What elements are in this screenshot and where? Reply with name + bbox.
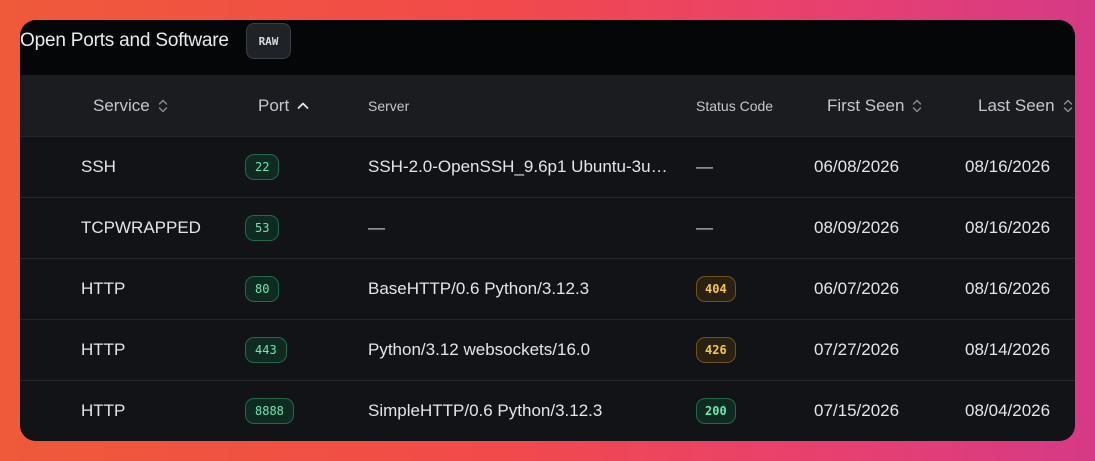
column-header-last-seen[interactable]: Last Seen <box>978 75 1073 136</box>
chevron-up-down-icon <box>1063 98 1073 114</box>
port-cell: 53 <box>245 198 280 258</box>
table-row[interactable]: HTTP 80 BaseHTTP/0.6 Python/3.12.3 404 06/07… <box>20 258 1075 319</box>
server-cell: SSH-2.0-OpenSSH_9.6p1 Ubuntu-3ubuntu13.1… <box>368 157 668 176</box>
column-header-label: Service <box>93 95 150 115</box>
server-cell: BaseHTTP/0.6 Python/3.12.3 <box>368 279 590 298</box>
column-header-status-code: Status Code <box>696 75 773 136</box>
service-cell: HTTP <box>81 340 126 359</box>
port-badge: 443 <box>245 337 287 363</box>
column-header-label: Last Seen <box>978 95 1055 115</box>
last-seen-cell: 08/16/2026 <box>965 218 1051 237</box>
chevron-up-icon <box>297 98 309 114</box>
status-badge: 200 <box>696 398 736 424</box>
service-cell: HTTP <box>81 401 126 420</box>
status-cell: 404 <box>696 259 736 319</box>
raw-button[interactable]: RAW <box>246 23 291 59</box>
first-seen-cell: 07/27/2026 <box>814 340 900 359</box>
port-badge: 53 <box>245 215 280 241</box>
last-seen-cell: 08/14/2026 <box>965 340 1051 359</box>
first-seen-cell: 06/08/2026 <box>814 157 900 176</box>
server-cell: Python/3.12 websockets/16.0 <box>368 340 591 359</box>
port-cell: 443 <box>245 320 287 380</box>
chevron-up-down-icon <box>158 98 168 114</box>
service-cell: HTTP <box>81 279 126 298</box>
status-cell: 426 <box>696 320 736 380</box>
first-seen-cell: 08/09/2026 <box>814 218 900 237</box>
port-cell: 80 <box>245 259 280 319</box>
open-ports-card: Open Ports and Software RAW Service Port… <box>20 20 1075 441</box>
port-cell: 8888 <box>245 381 294 441</box>
card-header: Open Ports and Software RAW <box>20 20 1075 76</box>
column-header-label: Status Code <box>696 97 774 114</box>
port-badge: 8888 <box>245 398 294 424</box>
chevron-up-down-icon <box>912 98 922 114</box>
status-cell: — <box>696 218 713 237</box>
column-header-label: First Seen <box>827 95 905 115</box>
table-row[interactable]: TCPWRAPPED 53 — — 08/09/2026 08/16/2026 <box>20 197 1075 258</box>
column-header-label: Port <box>258 95 290 115</box>
first-seen-cell: 07/15/2026 <box>814 401 900 420</box>
last-seen-cell: 08/16/2026 <box>965 279 1051 298</box>
status-cell: 200 <box>696 381 736 441</box>
table-row[interactable]: HTTP 8888 SimpleHTTP/0.6 Python/3.12.3 200 0… <box>20 380 1075 441</box>
server-cell: SimpleHTTP/0.6 Python/3.12.3 <box>368 401 603 420</box>
column-header-port[interactable]: Port <box>258 75 309 136</box>
ports-table: Service Port Server Status Code First Se… <box>20 75 1075 441</box>
column-header-server: Server <box>368 75 409 136</box>
table-row[interactable]: SSH 22 SSH-2.0-OpenSSH_9.6p1 Ubuntu-3ubunt… <box>20 136 1075 197</box>
column-header-first-seen[interactable]: First Seen <box>827 75 922 136</box>
status-badge: 426 <box>696 337 736 363</box>
port-badge: 22 <box>245 154 280 180</box>
port-cell: 22 <box>245 137 280 197</box>
table-header: Service Port Server Status Code First Se… <box>20 75 1075 136</box>
last-seen-cell: 08/04/2026 <box>965 401 1051 420</box>
status-badge: 404 <box>696 276 736 302</box>
card-title: Open Ports and Software <box>20 30 229 51</box>
service-cell: SSH <box>81 157 116 176</box>
server-cell: — <box>368 218 385 237</box>
column-header-service[interactable]: Service <box>93 75 168 136</box>
status-cell: — <box>696 157 713 176</box>
last-seen-cell: 08/16/2026 <box>965 157 1051 176</box>
first-seen-cell: 06/07/2026 <box>814 279 900 298</box>
column-header-label: Server <box>368 97 410 114</box>
port-badge: 80 <box>245 276 280 302</box>
table-row[interactable]: HTTP 443 Python/3.12 websockets/16.0 426 07/… <box>20 319 1075 380</box>
service-cell: TCPWRAPPED <box>81 218 201 237</box>
